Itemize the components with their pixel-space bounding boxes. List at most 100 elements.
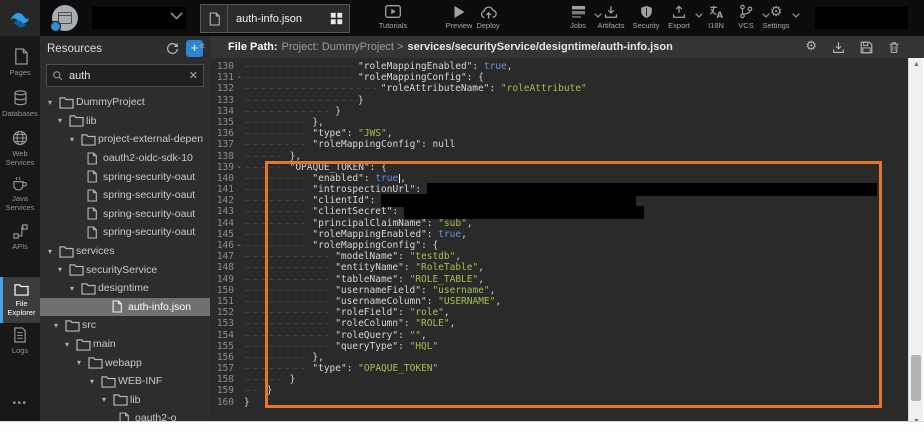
sidebar-item-more[interactable]: ••• [0,393,40,411]
chevron-expanded-icon[interactable]: ▾ [77,358,87,367]
delete-file-trash-icon[interactable] [888,41,900,54]
code-line-143[interactable]: 143"clientSecret": [210,206,908,217]
app-logo[interactable] [0,0,40,36]
tree-item-src[interactable]: ▾src [40,316,210,335]
scrollbar-thumb[interactable] [911,355,921,401]
code-line-139[interactable]: 139-"OPAQUE_TOKEN": { [210,162,908,173]
chevron-expanded-icon[interactable]: ▾ [48,98,58,107]
editor-scrollbar[interactable]: ▲ ▼ [908,58,923,428]
chevron-expanded-icon[interactable]: ▾ [48,247,58,256]
tree-item-main[interactable]: ▾main [40,335,210,354]
code-line-158[interactable]: 158} [210,374,908,385]
grid-icon[interactable] [323,5,349,32]
collapse-panel-icon[interactable]: « [199,40,205,52]
scroll-up-arrow[interactable]: ▲ [909,58,924,71]
code-line-150[interactable]: 150"usernameField": "username", [210,285,908,296]
resource-search: ✕ [46,64,204,87]
code-line-152[interactable]: 152"roleField": "role", [210,307,908,318]
code-line-145[interactable]: 145"roleMappingEnabled": true, [210,229,908,240]
sidebar-item-pages[interactable]: Pages [0,48,40,77]
tree-item-securityservice[interactable]: ▾securityService [40,260,210,279]
toolbar-button-settings[interactable]: ⚙Settings [754,4,798,30]
download-tray-icon [604,4,618,19]
toolbar-button-deploy[interactable]: Deploy [466,4,510,30]
code-line-134[interactable]: 134} [210,106,908,117]
resources-title: Resources [47,43,166,55]
open-file-tab[interactable]: auth-info.json [200,4,350,33]
globe-icon [12,130,28,146]
tree-item-web-inf[interactable]: ▾WEB-INF [40,372,210,391]
code-line-135[interactable]: 135}, [210,117,908,128]
code-line-148[interactable]: 148"entityName": "RoleTable", [210,262,908,273]
code-line-149[interactable]: 149"tableName": "ROLE_TABLE", [210,274,908,285]
upload-tray-icon [672,4,686,19]
search-icon [52,70,63,81]
tree-item-oauth2-o[interactable]: oauth2-o [40,409,210,421]
code-line-155[interactable]: 155"queryType": "HQL" [210,341,908,352]
chevron-expanded-icon[interactable]: ▾ [102,395,112,404]
tree-item-project-external-depen[interactable]: ▾project-external-depen [40,130,210,149]
sidebar-item-apis[interactable]: APIs [0,224,40,251]
tree-item-lib[interactable]: ▾lib [40,112,210,131]
code-line-144[interactable]: 144"principalClaimName": "sub", [210,218,908,229]
download-file-icon[interactable] [832,41,845,54]
sidebar-item-logs[interactable]: Logs [0,327,40,355]
toolbar-button-tutorials[interactable]: Tutorials [371,4,415,30]
code-line-153[interactable]: 153"roleColumn": "ROLE", [210,318,908,329]
sidebar-item-databases[interactable]: Databases [0,90,40,118]
tree-item-lib[interactable]: ▾lib [40,391,210,410]
code-editor[interactable]: 130"roleMappingEnabled": true,131-"roleM… [210,58,908,421]
code-line-137[interactable]: 137"roleMappingConfig": null [210,139,908,150]
fold-marker-icon[interactable]: - [234,162,244,173]
tree-item-spring-security-oaut[interactable]: spring-security-oaut [40,223,210,242]
tree-item-oauth2-oidc-sdk-10[interactable]: oauth2-oidc-sdk-10 [40,149,210,168]
refresh-icon[interactable] [166,42,179,55]
chevron-expanded-icon[interactable]: ▾ [58,116,68,125]
tree-item-dummyproject[interactable]: ▾DummyProject [40,93,210,112]
file-settings-gear-icon[interactable]: ⚙ [805,40,817,54]
chevron-down-icon[interactable] [792,13,800,18]
fold-marker-icon[interactable]: - [234,240,244,251]
list-icon [571,4,586,19]
code-line-151[interactable]: 151"usernameColumn": "USERNAME", [210,296,908,307]
code-line-130[interactable]: 130"roleMappingEnabled": true, [210,61,908,72]
search-input[interactable] [67,69,189,83]
code-line-131[interactable]: 131-"roleMappingConfig": { [210,72,908,83]
tree-item-services[interactable]: ▾services [40,242,210,261]
chevron-expanded-icon[interactable]: ▾ [70,135,80,144]
save-file-icon[interactable] [860,41,873,54]
code-line-147[interactable]: 147"modelName": "testdb", [210,251,908,262]
tree-item-designtime[interactable]: ▾designtime [40,279,210,298]
code-line-157[interactable]: 157"type": "OPAQUE_TOKEN" [210,363,908,374]
code-line-156[interactable]: 156}, [210,352,908,363]
code-line-159[interactable]: 159} [210,385,908,396]
fold-marker-icon[interactable]: - [234,72,244,83]
code-line-154[interactable]: 154"roleQuery": "", [210,330,908,341]
sidebar-item-java-services[interactable]: Java Services [0,176,40,212]
code-line-132[interactable]: 132"roleAttributeName": "roleAttribute" [210,83,908,94]
tree-item-spring-security-oaut[interactable]: spring-security-oaut [40,205,210,224]
clear-search-icon[interactable]: ✕ [189,69,198,82]
project-chevron-down-icon[interactable] [170,12,183,20]
chevron-expanded-icon[interactable]: ▾ [58,265,68,274]
logdoc-icon [13,327,27,343]
chevron-expanded-icon[interactable]: ▾ [65,340,75,349]
tree-item-webapp[interactable]: ▾webapp [40,353,210,372]
tree-item-auth-info-json[interactable]: auth-info.json [40,298,210,317]
code-line-138[interactable]: 138}, [210,151,908,162]
code-line-160[interactable]: 160} [210,397,908,408]
sidebar-item-file-explorer[interactable]: File Explorer [0,277,40,323]
code-line-146[interactable]: 146-"roleMappingConfig": { [210,240,908,251]
code-line-133[interactable]: 133} [210,95,908,106]
project-avatar[interactable] [52,5,78,31]
code-line-136[interactable]: 136"type": "JWS", [210,128,908,139]
chevron-expanded-icon[interactable]: ▾ [54,321,64,330]
tree-item-spring-security-oaut[interactable]: spring-security-oaut [40,167,210,186]
file-path-bar: File Path: Project: DummyProject > servi… [210,36,924,58]
branch-icon [739,4,753,19]
chevron-expanded-icon[interactable]: ▾ [90,377,100,386]
tree-item-spring-security-oaut[interactable]: spring-security-oaut [40,186,210,205]
video-icon [385,4,401,19]
sidebar-item-web-services[interactable]: Web Services [0,130,40,167]
chevron-expanded-icon[interactable]: ▾ [70,284,80,293]
